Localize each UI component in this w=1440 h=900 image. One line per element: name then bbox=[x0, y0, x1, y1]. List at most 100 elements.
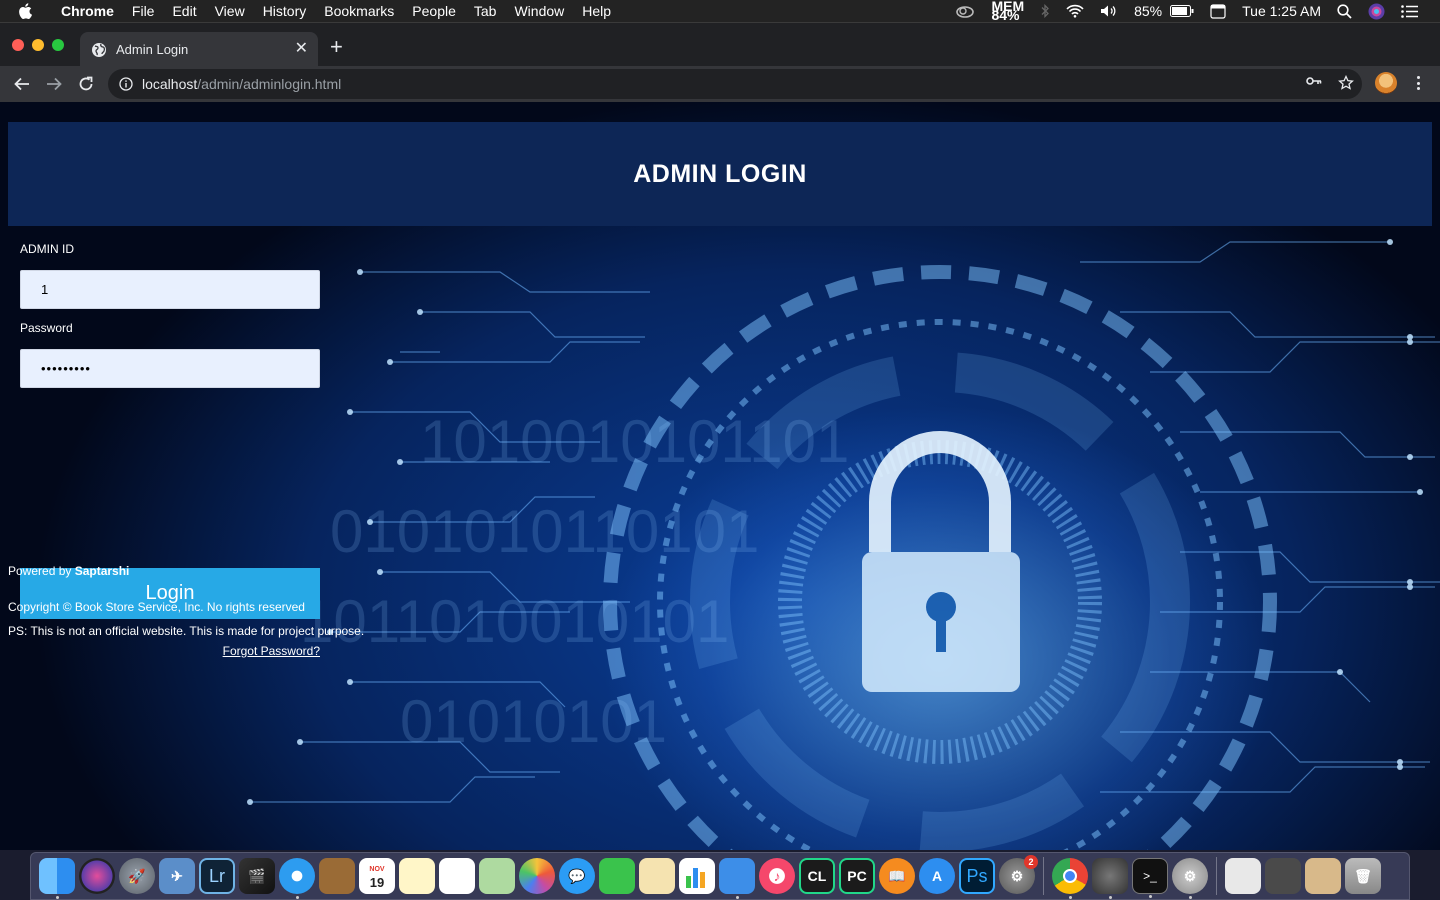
pycharm-icon[interactable]: PC bbox=[839, 858, 875, 894]
back-arrow-icon[interactable] bbox=[11, 73, 33, 95]
browser-toolbar: localhost/admin/adminlogin.html bbox=[0, 66, 1440, 102]
battery-percent[interactable]: 85% bbox=[1126, 3, 1170, 19]
books-icon[interactable]: 📖 bbox=[879, 858, 915, 894]
alembic-app-icon[interactable] bbox=[1092, 858, 1128, 899]
facetime-icon[interactable] bbox=[599, 858, 635, 894]
maps-icon[interactable] bbox=[479, 858, 515, 894]
messages-icon[interactable]: 💬 bbox=[559, 858, 595, 894]
url-path: /admin/adminlogin.html bbox=[197, 76, 342, 92]
svg-text:1011010010101: 1011010010101 bbox=[300, 588, 729, 655]
reminders-icon[interactable] bbox=[439, 858, 475, 894]
close-tab-icon[interactable]: ✕ bbox=[295, 40, 308, 58]
spotlight-search-icon[interactable] bbox=[1329, 3, 1360, 19]
macos-menubar: Chrome File Edit View History Bookmarks … bbox=[0, 0, 1440, 22]
tab-title: Admin Login bbox=[116, 42, 189, 57]
keynote-icon[interactable] bbox=[719, 858, 755, 899]
clion-icon[interactable]: CL bbox=[799, 858, 835, 894]
url-host: localhost bbox=[142, 76, 198, 92]
calendar-day: 19 bbox=[369, 875, 385, 890]
memory-value: 84% bbox=[991, 7, 1020, 23]
finder-icon[interactable] bbox=[39, 858, 75, 899]
menu-help[interactable]: Help bbox=[573, 3, 620, 19]
macos-dock: 🚀 ✈ Lr 🎬 NOV 19 💬 ♪ CL PC 📖 A Ps ⚙ 2 >_ ⚙ bbox=[30, 852, 1410, 900]
key-icon[interactable] bbox=[1306, 76, 1322, 86]
reload-icon[interactable] bbox=[75, 73, 97, 95]
globe-icon bbox=[91, 42, 107, 58]
wifi-icon[interactable] bbox=[1058, 4, 1092, 18]
forward-arrow-icon[interactable] bbox=[43, 73, 65, 95]
siri-dock-icon[interactable] bbox=[79, 858, 115, 894]
document-stack-icon[interactable] bbox=[1225, 858, 1261, 894]
menu-history[interactable]: History bbox=[254, 3, 316, 19]
preview-icon[interactable]: ✈ bbox=[159, 858, 195, 894]
bookmark-star-icon[interactable] bbox=[1338, 75, 1354, 91]
dock-separator-2 bbox=[1216, 857, 1217, 895]
menu-bookmarks[interactable]: Bookmarks bbox=[315, 3, 403, 19]
pages-icon[interactable] bbox=[639, 858, 675, 894]
menu-file[interactable]: File bbox=[123, 3, 164, 19]
site-info-icon[interactable] bbox=[119, 77, 133, 91]
creative-cloud-icon[interactable] bbox=[947, 4, 983, 18]
svg-text:0101010110101: 0101010110101 bbox=[330, 498, 759, 565]
menu-edit[interactable]: Edit bbox=[163, 3, 205, 19]
notification-center-icon[interactable] bbox=[1393, 4, 1440, 18]
notefile-icon[interactable] bbox=[319, 858, 355, 894]
clock[interactable]: Tue 1:25 AM bbox=[1234, 3, 1329, 19]
notification-badge: 2 bbox=[1024, 855, 1038, 869]
screenshot-stack-icon[interactable] bbox=[1265, 858, 1301, 894]
memory-meter[interactable]: MEM 84% bbox=[983, 0, 1032, 23]
dock-separator bbox=[1043, 857, 1044, 895]
minimize-window-button[interactable] bbox=[32, 39, 44, 51]
siri-icon[interactable] bbox=[1360, 3, 1393, 20]
powered-by-text: Powered by Saptarshi bbox=[8, 564, 129, 578]
zoom-window-button[interactable] bbox=[52, 39, 64, 51]
launchpad-icon[interactable]: 🚀 bbox=[119, 858, 155, 894]
password-label: Password bbox=[20, 321, 73, 335]
apple-icon[interactable] bbox=[18, 3, 38, 19]
url-text[interactable]: localhost/admin/adminlogin.html bbox=[142, 76, 341, 92]
password-input[interactable]: ••••••••• bbox=[20, 349, 320, 388]
menu-tab[interactable]: Tab bbox=[465, 3, 506, 19]
copyright-text: Copyright © Book Store Service, Inc. No … bbox=[8, 600, 305, 614]
system-preferences-icon[interactable]: ⚙ 2 bbox=[999, 855, 1038, 894]
chrome-icon[interactable] bbox=[1052, 858, 1088, 899]
volume-icon[interactable] bbox=[1092, 4, 1126, 18]
numbers-icon[interactable] bbox=[679, 858, 715, 894]
menu-view[interactable]: View bbox=[206, 3, 254, 19]
final-cut-icon[interactable]: 🎬 bbox=[239, 858, 275, 894]
tab-admin-login[interactable]: Admin Login ✕ bbox=[80, 32, 318, 67]
calendar-icon[interactable]: NOV 19 bbox=[359, 858, 395, 894]
page-viewport: 1010010101101 0101010110101 101101001010… bbox=[0, 102, 1440, 850]
menu-window[interactable]: Window bbox=[505, 3, 573, 19]
photoshop-icon[interactable]: Ps bbox=[959, 858, 995, 894]
photos-icon[interactable] bbox=[519, 858, 555, 894]
lightroom-icon[interactable]: Lr bbox=[199, 858, 235, 894]
browser-tab-strip: Admin Login ✕ + bbox=[0, 22, 1440, 67]
admin-id-label: ADMIN ID bbox=[20, 242, 74, 256]
app-store-icon[interactable]: A bbox=[919, 858, 955, 894]
address-bar[interactable]: localhost/admin/adminlogin.html bbox=[108, 69, 1362, 99]
window-controls bbox=[12, 39, 64, 51]
terminal-icon[interactable]: >_ bbox=[1132, 858, 1168, 898]
fantastical-calendar-icon[interactable] bbox=[1202, 3, 1234, 19]
macos-dock-area: 🚀 ✈ Lr 🎬 NOV 19 💬 ♪ CL PC 📖 A Ps ⚙ 2 >_ ⚙ bbox=[0, 850, 1440, 900]
menu-people[interactable]: People bbox=[403, 3, 465, 19]
safari-icon[interactable] bbox=[279, 858, 315, 899]
close-window-button[interactable] bbox=[12, 39, 24, 51]
bluetooth-icon[interactable] bbox=[1032, 4, 1058, 18]
system-prefs-running-icon[interactable]: ⚙ bbox=[1172, 858, 1208, 899]
forgot-password-link[interactable]: Forgot Password? bbox=[223, 644, 320, 658]
svg-text:01010101: 01010101 bbox=[400, 688, 667, 755]
status-area: MEM 84% 85% Tue 1:25 AM bbox=[947, 0, 1440, 22]
profile-avatar[interactable] bbox=[1375, 72, 1397, 94]
trash-icon[interactable]: 🗑 bbox=[1345, 858, 1381, 894]
admin-id-input[interactable]: 1 bbox=[20, 270, 320, 309]
menu-chrome[interactable]: Chrome bbox=[52, 3, 123, 19]
downloads-stack-icon[interactable] bbox=[1305, 858, 1341, 894]
music-icon[interactable]: ♪ bbox=[759, 858, 795, 894]
battery-icon[interactable] bbox=[1170, 5, 1202, 17]
new-tab-icon[interactable]: + bbox=[330, 36, 343, 58]
chrome-menu-icon[interactable] bbox=[1411, 73, 1425, 93]
notes-icon[interactable] bbox=[399, 858, 435, 894]
page-title: ADMIN LOGIN bbox=[633, 159, 807, 188]
